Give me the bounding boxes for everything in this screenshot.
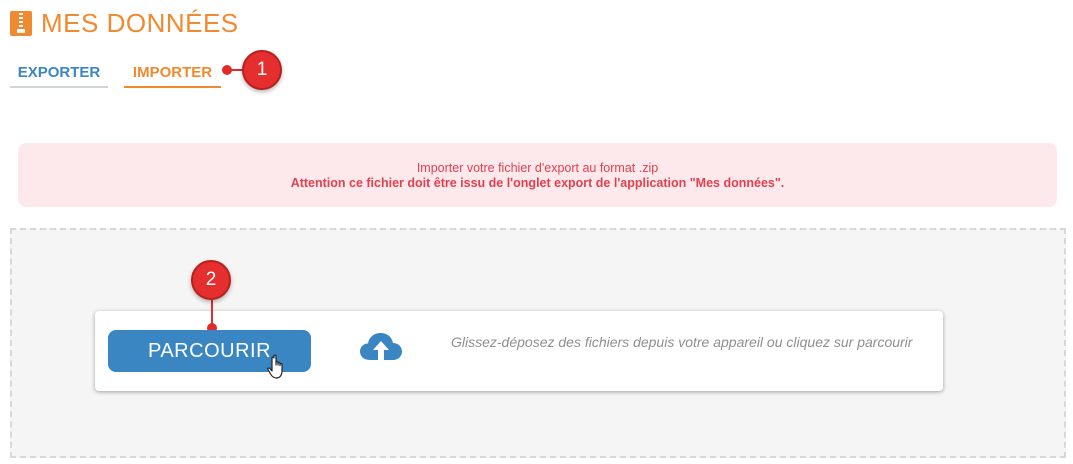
page-header: MES DONNÉES: [10, 9, 239, 37]
zip-archive-icon: [10, 10, 32, 36]
tab-exporter[interactable]: EXPORTER: [10, 64, 108, 88]
alert-warning-text: Attention ce fichier doit être issu de l…: [290, 176, 785, 190]
cloud-upload-icon: [360, 333, 402, 362]
callout-1-anchor: [222, 65, 232, 75]
callout-2-line: [211, 296, 213, 326]
alert-line-1: Importer votre fichier d'export au forma…: [416, 161, 659, 175]
callout-2-badge: 2: [191, 260, 231, 300]
alert-line-2: Attention ce fichier doit être issu de l…: [18, 176, 1057, 191]
hand-cursor-icon: [267, 354, 283, 379]
drop-hint-text: Glissez-déposez des fichiers depuis votr…: [451, 334, 913, 350]
callout-1-badge: 1: [242, 50, 282, 90]
info-alert: Importer votre fichier d'export au forma…: [18, 143, 1057, 207]
page-title: MES DONNÉES: [41, 8, 239, 38]
tab-importer[interactable]: IMPORTER: [124, 64, 221, 88]
